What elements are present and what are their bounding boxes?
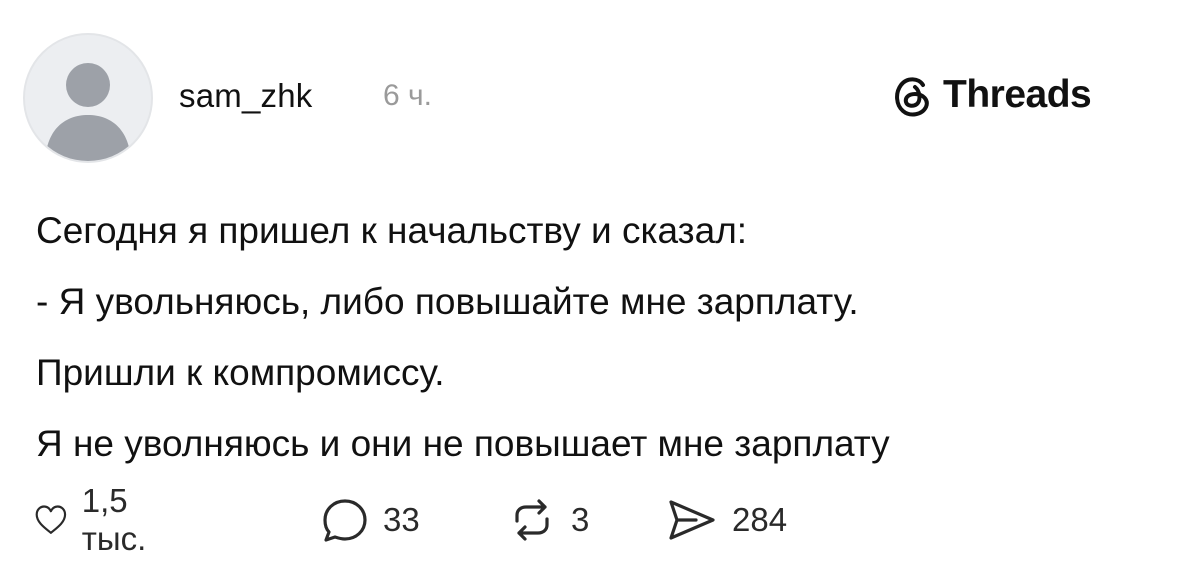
brand-name: Threads (943, 73, 1092, 116)
like-button[interactable]: 1,5 тыс. (34, 482, 163, 557)
post-line: Сегодня я пришел к начальству и сказал: (36, 210, 748, 251)
like-count: 1,5 тыс. (81, 482, 147, 557)
post-line: Пришли к компромиссу. (36, 352, 445, 393)
share-count: 284 (732, 501, 788, 538)
share-button[interactable]: 284 (666, 494, 787, 546)
comment-count: 33 (383, 501, 420, 538)
comment-button[interactable]: 33 (321, 494, 420, 546)
post-line: Я не уволняюсь и они не повышает мне зар… (36, 423, 890, 464)
post-body: Сегодня я пришел к начальству и сказал: … (36, 195, 1176, 479)
post-timestamp[interactable]: 6 ч. (383, 79, 432, 113)
speech-bubble-icon (323, 499, 367, 542)
threads-logo-icon (895, 77, 929, 117)
author-username[interactable]: sam_zhk (179, 77, 312, 115)
threads-brand[interactable]: Threads (893, 73, 1092, 117)
send-icon (669, 500, 715, 540)
repost-button[interactable]: 3 (507, 494, 589, 546)
heart-icon (35, 505, 67, 534)
default-avatar-icon (45, 63, 131, 161)
repost-count: 3 (571, 501, 590, 538)
post-line: - Я увольняюсь, либо повышайте мне зарпл… (36, 281, 859, 322)
avatar[interactable] (23, 33, 153, 163)
repost-arrows-icon (515, 499, 549, 541)
